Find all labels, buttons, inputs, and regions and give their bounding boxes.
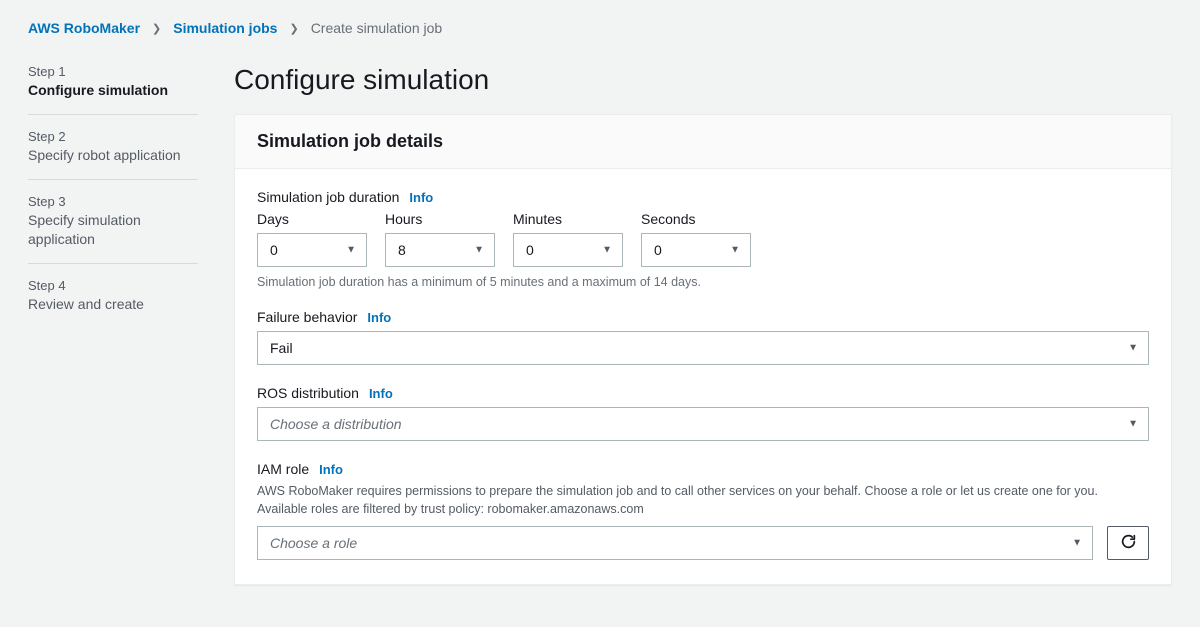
iam-label: IAM role: [257, 461, 309, 477]
chevron-down-icon: ▼: [1128, 343, 1138, 354]
step-num: Step 3: [28, 194, 198, 209]
failure-behavior-value: Fail: [270, 340, 293, 356]
step-specify-robot-application[interactable]: Step 2 Specify robot application: [28, 129, 198, 180]
duration-hours-select[interactable]: 8 ▼: [385, 233, 495, 267]
duration-minutes-label: Minutes: [513, 211, 623, 227]
step-num: Step 4: [28, 278, 198, 293]
step-specify-simulation-application[interactable]: Step 3 Specify simulation application: [28, 194, 198, 264]
failure-label: Failure behavior: [257, 309, 357, 325]
duration-seconds-label: Seconds: [641, 211, 751, 227]
duration-hours-value: 8: [398, 242, 406, 258]
duration-days-value: 0: [270, 242, 278, 258]
ros-distribution-placeholder: Choose a distribution: [270, 416, 402, 432]
breadcrumb-section[interactable]: Simulation jobs: [173, 20, 277, 36]
panel-heading-row: Simulation job details: [235, 115, 1171, 169]
breadcrumb: AWS RoboMaker ❯ Simulation jobs ❯ Create…: [28, 20, 1172, 36]
duration-days-select[interactable]: 0 ▼: [257, 233, 367, 267]
chevron-down-icon: ▼: [1128, 419, 1138, 430]
breadcrumb-service[interactable]: AWS RoboMaker: [28, 20, 140, 36]
duration-minutes-select[interactable]: 0 ▼: [513, 233, 623, 267]
iam-role-select[interactable]: Choose a role ▼: [257, 526, 1093, 560]
main-content: Configure simulation Simulation job deta…: [234, 64, 1172, 585]
step-title: Review and create: [28, 295, 198, 314]
refresh-icon: [1120, 533, 1137, 553]
duration-seconds-select[interactable]: 0 ▼: [641, 233, 751, 267]
page-title: Configure simulation: [234, 64, 1172, 96]
step-title: Specify robot application: [28, 146, 198, 165]
ros-label: ROS distribution: [257, 385, 359, 401]
panel-heading: Simulation job details: [257, 131, 1149, 152]
duration-label: Simulation job duration: [257, 189, 399, 205]
refresh-roles-button[interactable]: [1107, 526, 1149, 560]
failure-behavior-select[interactable]: Fail ▼: [257, 331, 1149, 365]
field-duration: Simulation job duration Info Days 0 ▼: [257, 189, 1149, 289]
iam-description: AWS RoboMaker requires permissions to pr…: [257, 483, 1149, 518]
chevron-right-icon: ❯: [289, 22, 298, 35]
ros-info-link[interactable]: Info: [369, 386, 393, 401]
chevron-down-icon: ▼: [602, 245, 612, 256]
step-num: Step 1: [28, 64, 198, 79]
field-failure-behavior: Failure behavior Info Fail ▼: [257, 309, 1149, 365]
duration-days-label: Days: [257, 211, 367, 227]
ros-distribution-select[interactable]: Choose a distribution ▼: [257, 407, 1149, 441]
duration-info-link[interactable]: Info: [409, 190, 433, 205]
iam-info-link[interactable]: Info: [319, 462, 343, 477]
chevron-down-icon: ▼: [1072, 538, 1082, 549]
step-review-and-create[interactable]: Step 4 Review and create: [28, 278, 198, 328]
duration-minutes-value: 0: [526, 242, 534, 258]
duration-hours-label: Hours: [385, 211, 495, 227]
duration-seconds-value: 0: [654, 242, 662, 258]
step-title: Configure simulation: [28, 81, 198, 100]
step-num: Step 2: [28, 129, 198, 144]
step-title: Specify simulation application: [28, 211, 198, 249]
chevron-down-icon: ▼: [346, 245, 356, 256]
wizard-steps: Step 1 Configure simulation Step 2 Speci…: [28, 64, 198, 341]
step-configure-simulation[interactable]: Step 1 Configure simulation: [28, 64, 198, 115]
breadcrumb-current: Create simulation job: [311, 20, 443, 36]
field-ros-distribution: ROS distribution Info Choose a distribut…: [257, 385, 1149, 441]
simulation-job-details-panel: Simulation job details Simulation job du…: [234, 114, 1172, 585]
chevron-right-icon: ❯: [152, 22, 161, 35]
chevron-down-icon: ▼: [730, 245, 740, 256]
field-iam-role: IAM role Info AWS RoboMaker requires per…: [257, 461, 1149, 560]
failure-info-link[interactable]: Info: [367, 310, 391, 325]
duration-hint: Simulation job duration has a minimum of…: [257, 275, 1149, 289]
iam-role-placeholder: Choose a role: [270, 535, 357, 551]
chevron-down-icon: ▼: [474, 245, 484, 256]
